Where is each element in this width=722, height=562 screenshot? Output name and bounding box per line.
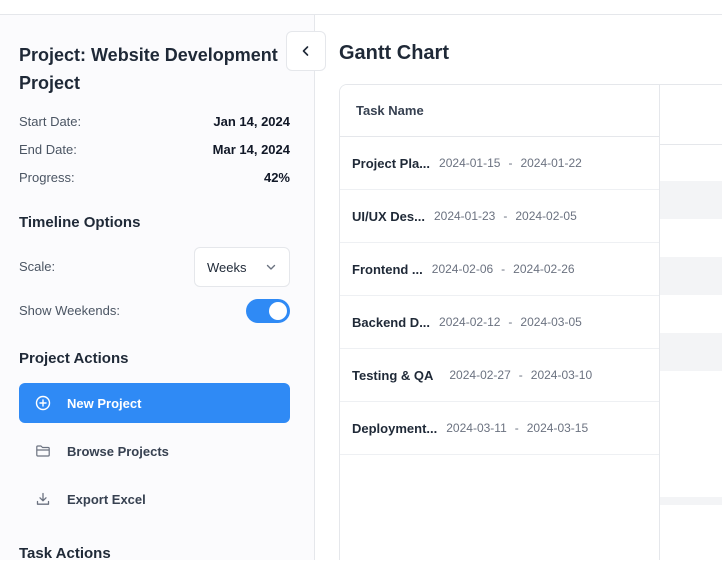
task-dates: 2024-01-15-2024-01-22	[439, 156, 582, 170]
project-actions-heading: Project Actions	[19, 350, 129, 367]
timeline-header	[660, 85, 722, 145]
progress-value: 42%	[263, 169, 290, 185]
end-date-value: Mar 14, 2024	[212, 141, 290, 157]
task-name: Testing & QA	[352, 367, 434, 383]
top-bar	[0, 0, 722, 15]
chevron-left-icon	[302, 46, 309, 56]
export-excel-button[interactable]: Export Excel	[19, 479, 290, 519]
new-project-button[interactable]: New Project	[19, 383, 290, 423]
collapse-sidebar-button[interactable]	[286, 31, 326, 71]
weekends-toggle[interactable]	[246, 299, 290, 323]
task-row[interactable]: Deployment... 2024-03-11-2024-03-15	[340, 402, 659, 455]
task-end: 2024-03-15	[526, 421, 589, 435]
project-title: Project: Website Development Project	[19, 45, 278, 93]
task-name: Deployment...	[352, 420, 438, 436]
task-start: 2024-03-11	[446, 421, 507, 435]
task-row[interactable]: Frontend ... 2024-02-06-2024-02-26	[340, 243, 659, 296]
scale-label: Scale:	[19, 259, 56, 274]
task-start: 2024-02-27	[449, 368, 511, 382]
folder-icon	[36, 445, 50, 457]
task-name: Frontend ...	[352, 261, 423, 277]
timeline-options-heading: Timeline Options	[19, 214, 141, 231]
task-start: 2024-01-15	[439, 156, 501, 170]
task-end: 2024-03-10	[530, 368, 593, 382]
timeline-stripe	[660, 181, 722, 219]
toggle-knob	[269, 302, 287, 320]
task-end: 2024-03-05	[520, 315, 582, 329]
task-dates: 2024-02-27-2024-03-10	[449, 368, 592, 382]
task-dates: 2024-02-06-2024-02-26	[432, 262, 575, 276]
task-row[interactable]: UI/UX Des... 2024-01-23-2024-02-05	[340, 190, 659, 243]
date-separator: -	[503, 209, 508, 223]
date-separator: -	[508, 156, 513, 170]
gantt-title: Gantt Chart	[339, 42, 449, 64]
plus-circle-icon	[35, 395, 51, 411]
download-icon	[36, 492, 50, 505]
task-dates: 2024-02-12-2024-03-05	[439, 315, 582, 329]
date-separator: -	[514, 421, 519, 435]
scale-select-value: Weeks	[207, 259, 247, 275]
chevron-down-icon	[266, 264, 276, 270]
timeline-stripe	[660, 257, 722, 295]
new-project-label: New Project	[67, 395, 142, 411]
task-end: 2024-02-05	[515, 209, 577, 223]
progress-label: Progress:	[19, 169, 75, 185]
weekends-label: Show Weekends:	[19, 303, 120, 318]
task-actions-heading: Task Actions	[19, 545, 111, 562]
task-row[interactable]: Backend D... 2024-02-12-2024-03-05	[340, 296, 659, 349]
task-end: 2024-01-22	[520, 156, 582, 170]
task-row[interactable]: Project Pla... 2024-01-15-2024-01-22	[340, 137, 659, 190]
start-date-label: Start Date:	[19, 113, 82, 129]
task-dates: 2024-03-11-2024-03-15	[446, 421, 588, 435]
date-separator: -	[518, 368, 523, 382]
start-date-row: Start Date: Jan 14, 2024	[19, 111, 290, 131]
timeline-scrollbar[interactable]	[660, 497, 722, 505]
task-name: Project Pla...	[352, 155, 431, 171]
task-name: UI/UX Des...	[352, 208, 425, 224]
task-list: Task Name Project Pla... 2024-01-15-2024…	[340, 85, 660, 560]
browse-projects-button[interactable]: Browse Projects	[19, 431, 290, 471]
task-name-header: Task Name	[340, 85, 659, 137]
task-start: 2024-01-23	[433, 209, 496, 223]
task-name: Backend D...	[352, 314, 431, 330]
start-date-value: Jan 14, 2024	[213, 113, 290, 129]
timeline-area	[660, 85, 722, 560]
task-row[interactable]: Testing & QA 2024-02-27-2024-03-10	[340, 349, 659, 402]
scale-select[interactable]: Weeks	[194, 247, 290, 287]
date-separator: -	[508, 315, 513, 329]
task-end: 2024-02-26	[513, 262, 575, 276]
gantt-chart: Task Name Project Pla... 2024-01-15-2024…	[339, 84, 722, 560]
sidebar: Project: Website Development Project Sta…	[0, 15, 315, 562]
task-start: 2024-02-06	[431, 262, 494, 276]
task-start: 2024-02-12	[439, 315, 501, 329]
timeline-stripe	[660, 333, 722, 371]
end-date-row: End Date: Mar 14, 2024	[19, 139, 290, 159]
date-separator: -	[501, 262, 506, 276]
end-date-label: End Date:	[19, 141, 77, 157]
browse-projects-label: Browse Projects	[67, 443, 169, 459]
task-dates: 2024-01-23-2024-02-05	[434, 209, 577, 223]
progress-row: Progress: 42%	[19, 167, 290, 187]
export-excel-label: Export Excel	[67, 491, 146, 507]
